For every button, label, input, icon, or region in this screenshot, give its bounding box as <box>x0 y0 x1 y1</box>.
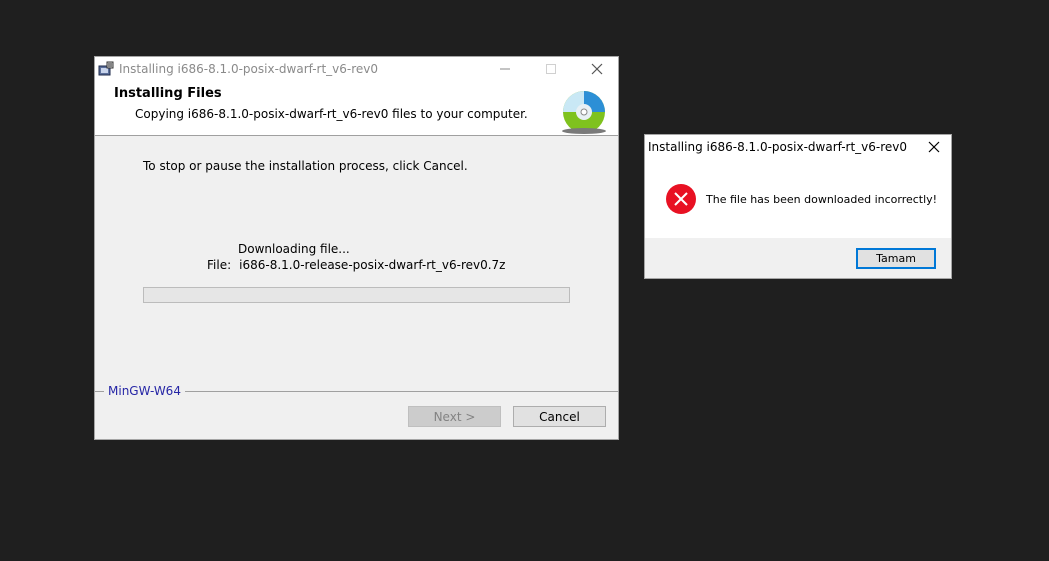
brand-label: MinGW-W64 <box>104 384 185 398</box>
installer-titlebar[interactable]: Installing i686-8.1.0-posix-dwarf-rt_v6-… <box>95 57 618 81</box>
installer-header: Installing Files Copying i686-8.1.0-posi… <box>95 81 618 136</box>
cancel-button[interactable]: Cancel <box>513 406 606 427</box>
dialog-title: Installing i686-8.1.0-posix-dwarf-rt_v6-… <box>648 140 908 154</box>
error-message: The file has been downloaded incorrectly… <box>706 193 938 206</box>
desktop: Installing i686-8.1.0-posix-dwarf-rt_v6-… <box>0 0 1049 561</box>
dialog-titlebar[interactable]: Installing i686-8.1.0-posix-dwarf-rt_v6-… <box>645 135 951 159</box>
minimize-icon <box>500 68 510 70</box>
file-name: i686-8.1.0-release-posix-dwarf-rt_v6-rev… <box>239 258 506 272</box>
maximize-icon <box>546 64 556 74</box>
close-button[interactable] <box>574 57 620 81</box>
close-icon <box>591 63 603 75</box>
dialog-close-button[interactable] <box>917 135 951 159</box>
header-subtitle: Copying i686-8.1.0-posix-dwarf-rt_v6-rev… <box>135 107 528 121</box>
file-row: File: i686-8.1.0-release-posix-dwarf-rt_v… <box>207 258 505 272</box>
header-title: Installing Files <box>114 86 222 101</box>
download-status: Downloading file... <box>238 242 350 256</box>
maximize-button[interactable] <box>528 57 574 81</box>
error-icon <box>665 183 697 215</box>
stop-instruction: To stop or pause the installation proces… <box>143 159 468 173</box>
error-dialog: Installing i686-8.1.0-posix-dwarf-rt_v6-… <box>644 134 952 279</box>
installer-app-icon <box>98 61 114 77</box>
close-icon <box>928 141 940 153</box>
disc-icon <box>561 89 607 135</box>
minimize-button[interactable] <box>482 57 528 81</box>
ok-button[interactable]: Tamam <box>856 248 936 269</box>
file-label: File: <box>207 258 232 272</box>
next-button[interactable]: Next > <box>408 406 501 427</box>
dialog-body: The file has been downloaded incorrectly… <box>645 159 951 238</box>
download-progress-bar <box>143 287 570 303</box>
installer-window: Installing i686-8.1.0-posix-dwarf-rt_v6-… <box>94 56 619 440</box>
installer-title: Installing i686-8.1.0-posix-dwarf-rt_v6-… <box>119 62 379 76</box>
